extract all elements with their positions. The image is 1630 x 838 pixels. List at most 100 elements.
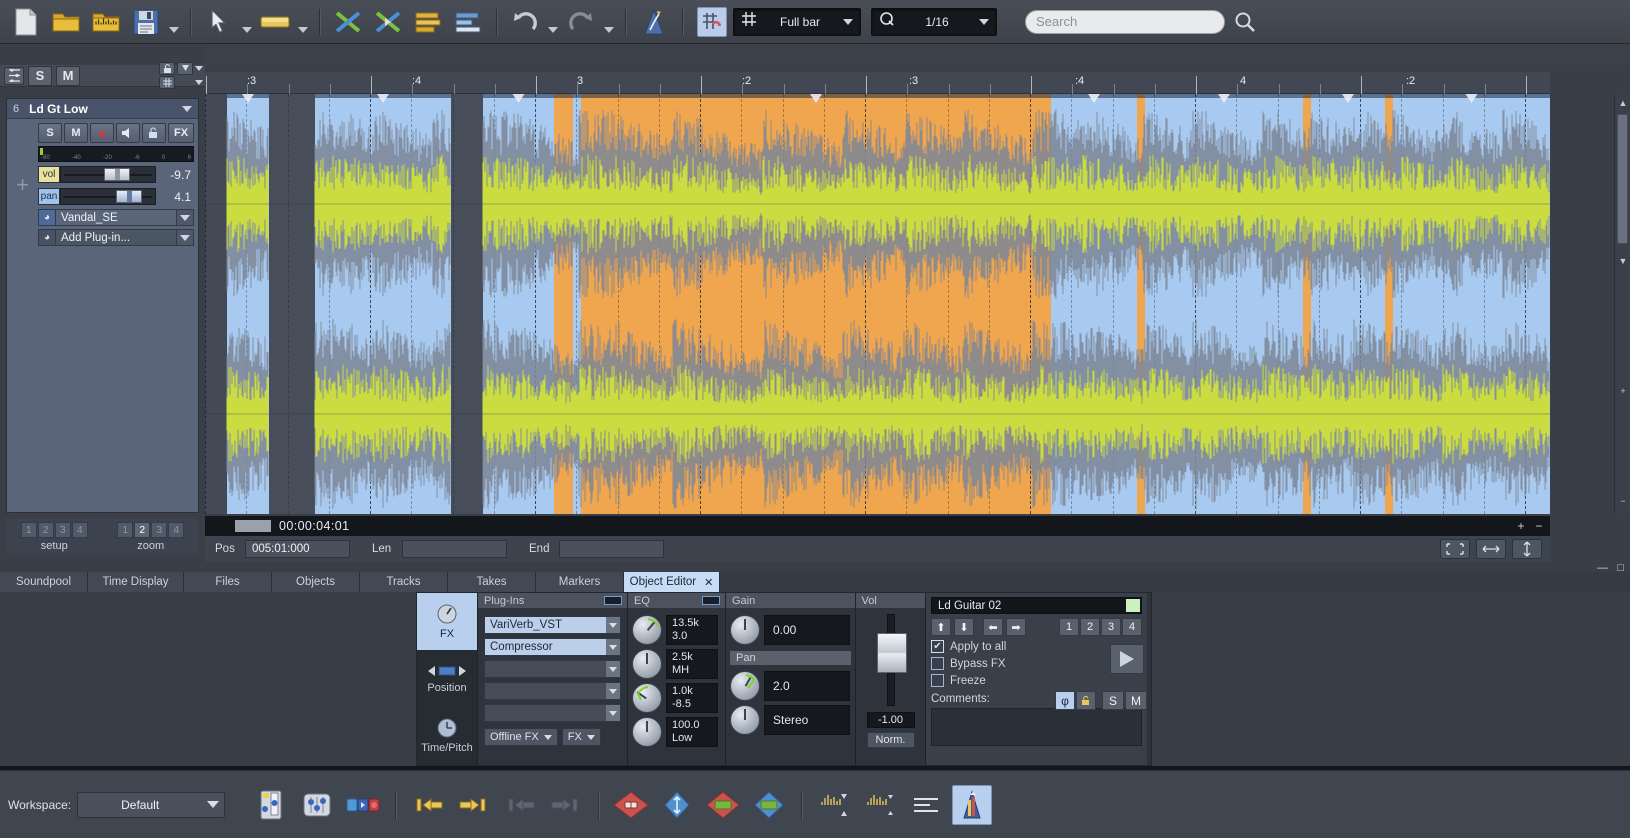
- object-volume-thumb[interactable]: [876, 633, 907, 673]
- quantize-combo-arrow[interactable]: [972, 18, 996, 25]
- setup-slot-4[interactable]: 4: [71, 522, 88, 538]
- zoom-out-vertical[interactable]: −: [1615, 494, 1630, 508]
- play-icon[interactable]: [1110, 644, 1144, 674]
- eq-knob-2[interactable]: [632, 649, 662, 679]
- plugin-slot-2[interactable]: ◕ Add Plug-in...: [38, 229, 194, 246]
- next-marker-button[interactable]: [546, 785, 586, 825]
- object-solo-button[interactable]: S: [1102, 691, 1124, 710]
- object-color-swatch[interactable]: [1126, 599, 1140, 612]
- audio-object[interactable]: [581, 94, 1051, 514]
- audio-object[interactable]: [573, 94, 581, 514]
- object-name-field[interactable]: Ld Guitar 02: [931, 597, 1142, 614]
- master-effects-button[interactable]: [297, 785, 337, 825]
- gain-value[interactable]: 0.00: [764, 615, 850, 645]
- trim-end-button[interactable]: [749, 785, 789, 825]
- apply-to-all-checkbox[interactable]: ✔: [931, 640, 944, 653]
- tab-position[interactable]: Position: [417, 650, 477, 707]
- nav-down-icon[interactable]: ⬇: [954, 618, 974, 636]
- horizontal-zoom-icon[interactable]: [1476, 539, 1506, 559]
- trim-start-button[interactable]: [703, 785, 743, 825]
- fx-button[interactable]: FX: [561, 728, 601, 746]
- plugin-dropdown-arrow-4[interactable]: [606, 683, 620, 699]
- plugin-dropdown-2[interactable]: [177, 229, 194, 246]
- object-color-dropdown-arrow[interactable]: [295, 3, 311, 41]
- track-title-bar[interactable]: 6 Ld Gt Low: [7, 99, 198, 119]
- tab-objects[interactable]: Objects: [272, 572, 360, 592]
- fit-icon[interactable]: [1440, 539, 1470, 559]
- object-volume-value[interactable]: -1.00: [866, 712, 915, 728]
- pan-knob[interactable]: [730, 671, 760, 701]
- save-dropdown-arrow[interactable]: [166, 3, 182, 41]
- track-record-button[interactable]: ●: [90, 123, 114, 143]
- chevron-down-icon[interactable]: [182, 105, 192, 112]
- mixer-icon[interactable]: [4, 66, 24, 85]
- tab-fx[interactable]: FX: [417, 593, 477, 650]
- zoom-slot-4[interactable]: 4: [168, 522, 185, 538]
- tab-markers[interactable]: Markers: [536, 572, 624, 592]
- audio-object[interactable]: [269, 94, 315, 514]
- lock-icon[interactable]: [159, 62, 175, 75]
- stereo-mode-value[interactable]: Stereo: [764, 705, 850, 735]
- audio-object[interactable]: [1311, 94, 1385, 514]
- grid-icon-small[interactable]: [159, 76, 175, 89]
- freeze-row[interactable]: Freeze: [931, 674, 1142, 687]
- audio-object[interactable]: [1137, 94, 1145, 514]
- nav-right-icon[interactable]: ➡: [1006, 618, 1026, 636]
- stereo-knob[interactable]: [730, 705, 760, 735]
- tab-files[interactable]: Files: [184, 572, 272, 592]
- prev-marker-button[interactable]: [500, 785, 540, 825]
- arrangement-area[interactable]: [205, 94, 1550, 514]
- zoom-slot-2[interactable]: 2: [134, 522, 151, 538]
- nav-left-icon[interactable]: ⬅: [983, 618, 1003, 636]
- zoom-in-vertical[interactable]: +: [1615, 384, 1630, 398]
- plugin-dropdown-arrow-3[interactable]: [606, 661, 620, 677]
- vertical-scrollbar[interactable]: ▲ ▼ + −: [1614, 94, 1630, 514]
- pos-value[interactable]: 005:01:000: [245, 540, 350, 558]
- preset-slot-4[interactable]: 4: [1122, 618, 1142, 636]
- undo-icon[interactable]: [505, 3, 545, 41]
- mouse-mode-icon[interactable]: [199, 3, 239, 41]
- timeline-ruler[interactable]: :3:4 3:2:3:4 4:2: [205, 72, 1550, 94]
- object-editor-button[interactable]: [952, 784, 993, 825]
- load-audio-icon[interactable]: [86, 3, 126, 41]
- end-value[interactable]: [559, 540, 664, 558]
- auto-crossfade-icon[interactable]: [368, 3, 408, 41]
- vertical-zoom-icon[interactable]: [1512, 539, 1542, 559]
- eq-knob-1[interactable]: [632, 615, 662, 645]
- search-input[interactable]: Search: [1025, 9, 1225, 34]
- audio-object[interactable]: [1393, 94, 1550, 514]
- plugin-select-1[interactable]: VariVerb_VST: [484, 616, 621, 634]
- setup-slot-2[interactable]: 2: [37, 522, 54, 538]
- pan-value[interactable]: 4.1: [156, 190, 194, 204]
- preset-slot-3[interactable]: 3: [1101, 618, 1121, 636]
- comments-input[interactable]: [931, 708, 1142, 746]
- freeze-checkbox[interactable]: [931, 674, 944, 687]
- normalize-button-bottom[interactable]: [906, 785, 946, 825]
- plugin-select-5[interactable]: [484, 704, 621, 722]
- eq-value-2[interactable]: 2.5k MH: [666, 649, 718, 679]
- ungroup-objects-icon[interactable]: [448, 3, 488, 41]
- plugin-dropdown-arrow-2[interactable]: [606, 639, 620, 655]
- eq-knob-3[interactable]: [632, 683, 662, 713]
- pan-value-field[interactable]: 2.0: [764, 671, 850, 701]
- undo-dropdown-arrow[interactable]: [545, 3, 561, 41]
- normalize-button[interactable]: Norm.: [866, 732, 915, 748]
- audio-object[interactable]: [1303, 94, 1311, 514]
- solo-all-button[interactable]: S: [28, 65, 52, 86]
- workspace-combo[interactable]: Default: [77, 791, 226, 818]
- audio-object[interactable]: [554, 94, 573, 514]
- plugin-select-3[interactable]: [484, 660, 621, 678]
- track-lane-6[interactable]: [205, 94, 1550, 514]
- zoom-in-button[interactable]: +: [1514, 516, 1528, 536]
- grid-combo-arrow[interactable]: [836, 18, 860, 25]
- zoom-out-button[interactable]: −: [1532, 516, 1546, 536]
- redo-icon[interactable]: [561, 3, 601, 41]
- eq-bypass-led[interactable]: [702, 596, 720, 605]
- audio-object[interactable]: [1385, 94, 1393, 514]
- track-fx-button[interactable]: FX: [168, 123, 194, 143]
- fade-out-button[interactable]: [860, 785, 900, 825]
- eq-knob-4[interactable]: [632, 717, 662, 747]
- save-project-icon[interactable]: [126, 3, 166, 41]
- plugin-select-2[interactable]: Compressor: [484, 638, 621, 656]
- plugin-dropdown-1[interactable]: [177, 209, 194, 226]
